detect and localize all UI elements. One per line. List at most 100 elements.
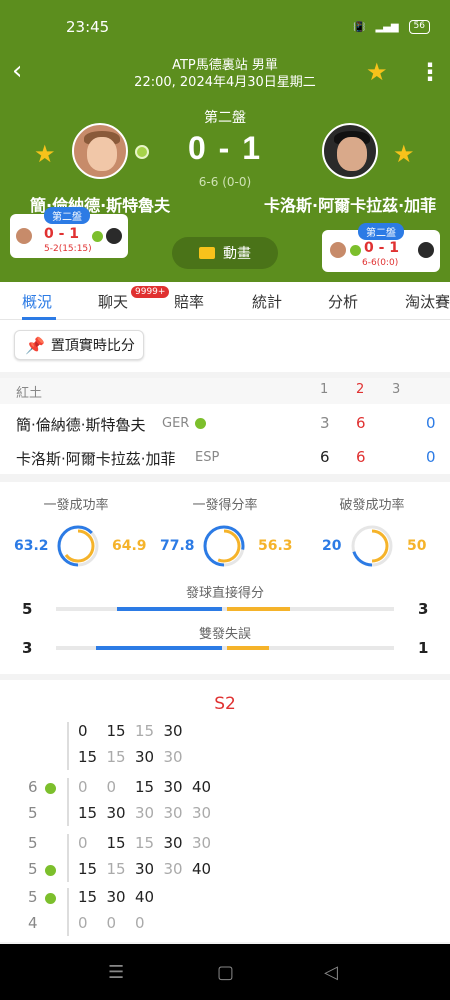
- player-name: 簡·倫納德·斯特魯夫: [16, 416, 146, 434]
- animation-button[interactable]: 動畫: [172, 237, 278, 269]
- current-set-label: 第二盤: [204, 110, 246, 126]
- animation-label: 動畫: [223, 246, 251, 262]
- game-score: 5: [28, 834, 38, 852]
- surface-label: 紅土: [16, 386, 43, 401]
- serve-icon: [45, 893, 56, 904]
- home-bar-value: 5: [22, 600, 33, 618]
- player-name: 卡洛斯·阿爾卡拉茲·加菲: [16, 450, 176, 468]
- away-player-name[interactable]: 卡洛斯·阿爾卡拉茲·加菲: [264, 192, 436, 216]
- bar-stat-title: 發球直接得分: [185, 586, 264, 601]
- set-score-cell: 6: [356, 448, 366, 466]
- tab-bar: 概況 聊天 賠率 統計 分析 淘汰賽: [0, 282, 450, 320]
- bar-track: [56, 607, 394, 611]
- match-header: 23:45 📳 ▂▄▆ 56 ‹ ATP馬德裏站 男單 22:00, 2024年…: [0, 0, 450, 282]
- point-score: 15: [78, 860, 98, 878]
- set-header: 3: [392, 382, 401, 397]
- point-score: 40: [192, 778, 212, 796]
- home-stat-value: 63.2: [14, 538, 49, 554]
- chat-badge: 9999+: [131, 286, 170, 298]
- stats-section: 一發成功率 一發得分率 破發成功率 63.2 64.9 77.8 56.3 20…: [0, 482, 450, 674]
- serve-icon: [45, 783, 56, 794]
- away-stat-value: 64.9: [112, 538, 147, 554]
- right-mini-scorecard[interactable]: 第二盤 0 - 1 6-6(0:0): [322, 223, 440, 272]
- point-score: 15: [106, 748, 126, 766]
- tab-overview[interactable]: 概況: [22, 291, 52, 312]
- point-score: 30: [163, 748, 183, 766]
- point-score: 30: [106, 888, 126, 906]
- mini-avatar-icon: [330, 242, 346, 258]
- point-score: 15: [78, 748, 98, 766]
- game-divider: [67, 888, 69, 936]
- away-stat-value: 56.3: [258, 538, 293, 554]
- away-bar-value: 3: [418, 600, 429, 618]
- favorite-star-icon[interactable]: ★: [366, 58, 388, 86]
- pin-label: 置頂實時比分: [50, 338, 135, 354]
- point-score: 0: [78, 722, 88, 740]
- point-score: 30: [192, 804, 212, 822]
- table-row: 簡·倫納德·斯特魯夫 GER 3 6 0: [0, 406, 450, 440]
- menu-icon[interactable]: ☰: [108, 962, 124, 983]
- point-score: 30: [135, 748, 155, 766]
- bar-stat-title: 雙發失誤: [198, 627, 251, 642]
- mini-avatar-icon: [106, 228, 122, 244]
- game-divider: [67, 834, 69, 882]
- home-stat-value: 20: [322, 538, 342, 554]
- table-row: 卡洛斯·阿爾卡拉茲·加菲 ESP 6 6 0: [0, 440, 450, 474]
- serve-icon: [45, 865, 56, 876]
- point-score: 15: [106, 722, 126, 740]
- vibrate-icon: 📳: [353, 21, 366, 33]
- point-score: 15: [135, 834, 155, 852]
- pin-live-score-button[interactable]: 📌 置頂實時比分: [14, 330, 144, 360]
- stat-title: 一發成功率: [43, 498, 109, 513]
- point-score: 0: [106, 778, 117, 796]
- battery-icon: 56: [408, 20, 430, 34]
- mini-score: 0 - 1: [44, 226, 80, 242]
- pin-section: 📌 置頂實時比分: [0, 320, 450, 372]
- mini-set-tag: 第二盤: [358, 223, 404, 240]
- game-score: 5: [28, 860, 38, 878]
- left-mini-scorecard[interactable]: 第二盤 0 - 1 5-2(15:15): [10, 207, 128, 258]
- point-score: 40: [135, 888, 155, 906]
- mini-serve-icon: [350, 245, 361, 256]
- away-favorite-star-icon[interactable]: ★: [393, 140, 415, 168]
- tab-stats[interactable]: 統計: [252, 291, 282, 312]
- point-score: 30: [163, 804, 183, 822]
- point-score: 30: [106, 804, 126, 822]
- set-title: S2: [214, 694, 236, 714]
- home-player-avatar[interactable]: [72, 123, 128, 179]
- home-favorite-star-icon[interactable]: ★: [34, 140, 56, 168]
- point-score: 0: [135, 914, 145, 932]
- mini-serve-icon: [92, 231, 103, 242]
- set-header: 1: [320, 382, 329, 397]
- tab-odds[interactable]: 賠率: [174, 291, 204, 312]
- mini-avatar-icon: [16, 228, 32, 244]
- court-icon: [199, 247, 215, 259]
- game-score: 6: [28, 778, 38, 796]
- tab-chat[interactable]: 聊天: [98, 291, 128, 312]
- tab-knockout[interactable]: 淘汰賽: [405, 291, 450, 312]
- tab-analysis[interactable]: 分析: [328, 291, 358, 312]
- game-score: 6-6 (0-0): [198, 175, 252, 189]
- more-options-icon[interactable]: ⋮: [418, 58, 442, 86]
- country-code: ESP: [195, 450, 220, 465]
- set-score-cell: 3: [320, 414, 330, 432]
- back-nav-icon[interactable]: ◁: [324, 962, 338, 983]
- game-score: 5: [28, 804, 38, 822]
- away-bar-value: 1: [418, 639, 429, 657]
- point-score: 30: [135, 804, 155, 822]
- set-score-cell: 6: [356, 414, 366, 432]
- point-score: 15: [135, 722, 155, 740]
- away-stat-value: 50: [407, 538, 427, 554]
- away-player-avatar[interactable]: [322, 123, 378, 179]
- status-icons: 📳 ▂▄▆ 56: [353, 20, 430, 34]
- home-icon[interactable]: ▢: [217, 962, 234, 983]
- stat-ring: [57, 525, 99, 567]
- pin-icon: 📌: [25, 335, 45, 355]
- home-stat-value: 77.8: [160, 538, 195, 554]
- clock: 23:45: [66, 18, 110, 36]
- point-score: 15: [106, 860, 126, 878]
- set-score: 0 - 1: [187, 130, 263, 166]
- score-table: 紅土 1 2 3 簡·倫納德·斯特魯夫 GER 3 6 0 卡洛斯·阿爾卡拉茲·…: [0, 378, 450, 474]
- point-score-cell: 0: [426, 448, 436, 466]
- game-divider: [67, 778, 69, 826]
